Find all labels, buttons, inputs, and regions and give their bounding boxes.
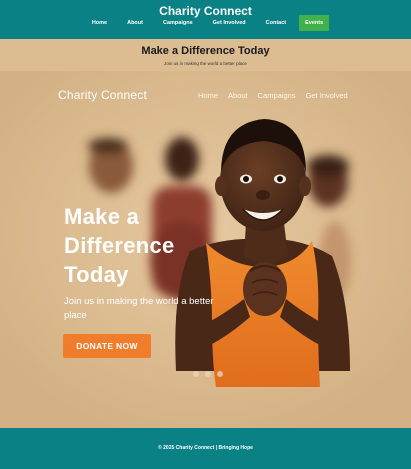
hero-nav-campaigns-link[interactable]: Campaigns — [258, 91, 296, 100]
site-footer: © 2025 Charity Connect | Bringing Hope — [0, 428, 411, 469]
hero-nav-get-involved-link[interactable]: Get Involved — [306, 91, 348, 100]
hero-subtitle: Join us in making the world a better pla… — [64, 296, 214, 321]
intro-subtitle: Join us in making the world a better pla… — [164, 61, 247, 66]
hero-banner: Charity Connect Home About Campaigns Get… — [0, 71, 411, 428]
nav-campaigns-link[interactable]: Campaigns — [153, 15, 203, 31]
hero-nav-about-link[interactable]: About — [228, 91, 248, 100]
slide-dot-1[interactable] — [193, 371, 199, 377]
hero-brand: Charity Connect — [58, 88, 148, 102]
main-nav: Home About Campaigns Get Involved Contac… — [0, 15, 411, 31]
intro-title: Make a Difference Today — [141, 45, 270, 57]
footer-copyright: © 2025 Charity Connect | Bringing Hope — [158, 445, 253, 451]
nav-events-button[interactable]: Events — [299, 15, 330, 31]
slide-dot-2[interactable] — [205, 371, 211, 377]
slider-dots — [193, 371, 223, 377]
hero-nav: Home About Campaigns Get Involved — [198, 91, 348, 100]
intro-banner: Make a Difference Today Join us in makin… — [0, 39, 411, 71]
nav-contact-link[interactable]: Contact — [256, 15, 296, 31]
site-header: Charity Connect Home About Campaigns Get… — [0, 0, 411, 39]
slide-dot-3[interactable] — [217, 371, 223, 377]
hero-nav-home-link[interactable]: Home — [198, 91, 218, 100]
hero-headline: Make a Difference Today — [64, 204, 175, 287]
nav-home-link[interactable]: Home — [82, 15, 117, 31]
page: Charity Connect Home About Campaigns Get… — [0, 0, 411, 469]
nav-about-link[interactable]: About — [117, 15, 153, 31]
nav-get-involved-link[interactable]: Get Involved — [203, 15, 256, 31]
donate-now-button[interactable]: DONATE NOW — [63, 334, 151, 358]
